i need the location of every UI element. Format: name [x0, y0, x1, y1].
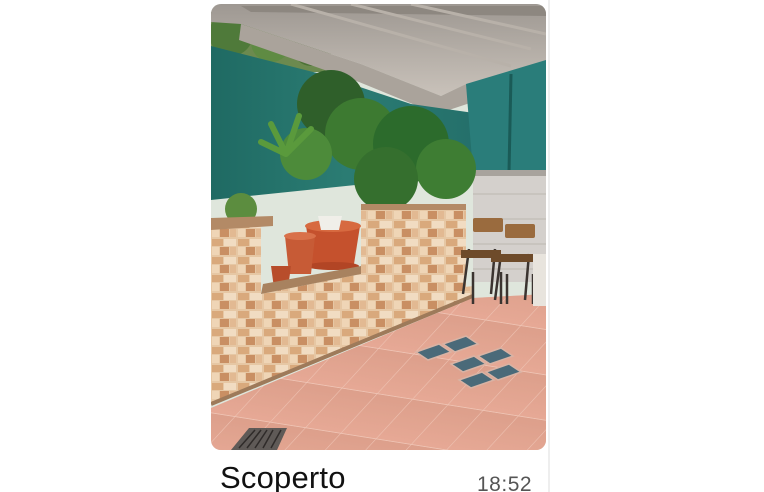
message-bubble-edge	[548, 0, 550, 492]
message-timestamp: 18:52	[477, 473, 533, 492]
message-caption: Scoperto	[220, 460, 346, 492]
chat-message-view: Scoperto 18:52	[0, 0, 764, 492]
message-photo[interactable]	[211, 4, 546, 450]
patio-photo-image	[211, 4, 546, 450]
